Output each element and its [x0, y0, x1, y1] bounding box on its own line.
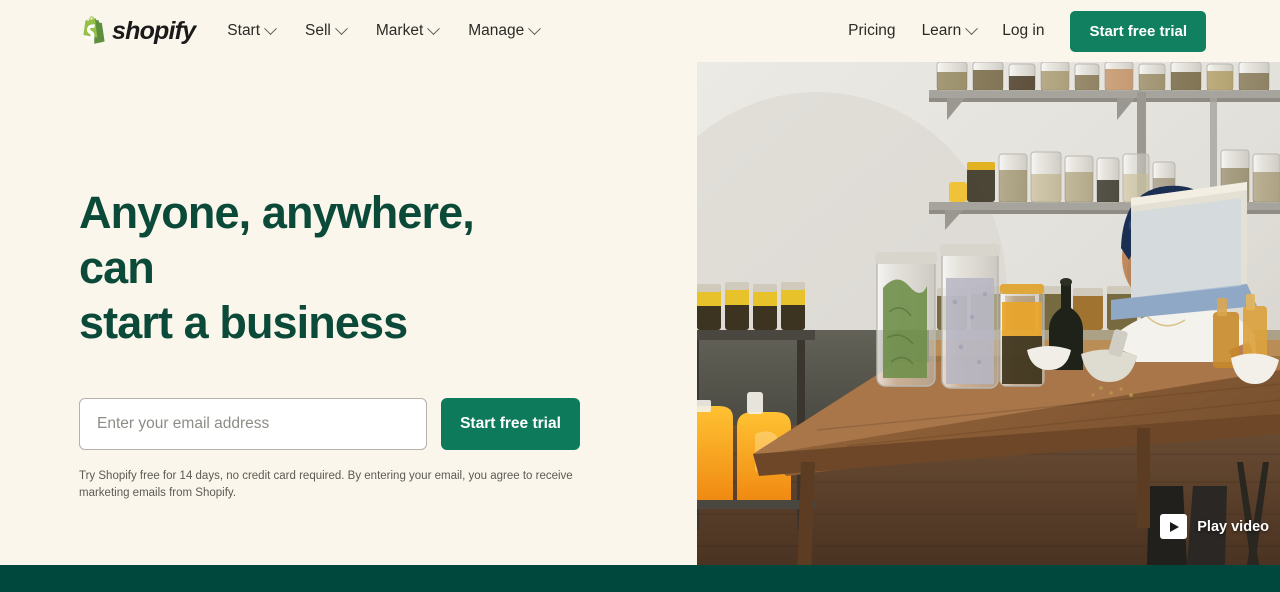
chevron-down-icon	[264, 21, 277, 35]
headline-line-1: Anyone, anywhere, can	[79, 187, 475, 293]
headline-line-2: start a business	[79, 296, 408, 348]
nav-label-login: Log in	[1002, 22, 1045, 40]
nav-label-learn: Learn	[921, 22, 962, 40]
play-video-button[interactable]: Play video	[1160, 514, 1269, 539]
play-video-label: Play video	[1197, 518, 1269, 535]
hero-content: Anyone, anywhere, can start a business S…	[79, 186, 639, 502]
email-input[interactable]	[79, 397, 427, 450]
nav-label-sell: Sell	[305, 22, 331, 40]
nav-item-manage[interactable]: Manage	[468, 21, 542, 40]
shopify-bag-icon	[83, 16, 105, 44]
hero-photo: Play video	[697, 62, 1280, 565]
chevron-down-icon	[335, 21, 348, 35]
secondary-nav: Pricing Learn Log in Start free trial	[848, 10, 1206, 52]
bottom-green-band	[0, 565, 1280, 592]
nav-item-login[interactable]: Log in	[1002, 23, 1044, 39]
chevron-down-icon	[427, 21, 441, 35]
primary-nav: Start Sell Market Manage	[227, 21, 542, 40]
nav-label-market: Market	[375, 22, 424, 40]
hero-headline: Anyone, anywhere, can start a business	[79, 186, 549, 351]
hero-photo-illustration	[697, 62, 1280, 565]
nav-label-manage: Manage	[468, 22, 525, 40]
nav-label-start: Start	[227, 22, 261, 40]
signup-form: Start free trial	[79, 397, 639, 450]
chevron-down-icon	[965, 21, 979, 35]
nav-label-pricing: Pricing	[848, 22, 896, 40]
nav-item-market[interactable]: Market	[375, 21, 441, 40]
chevron-down-icon	[528, 21, 542, 35]
landing-page: shopify Start Sell Market Manage Pricing…	[0, 0, 1280, 592]
header-start-free-trial-button[interactable]: Start free trial	[1070, 10, 1206, 52]
shopify-wordmark: shopify	[112, 16, 196, 45]
hero-start-free-trial-button[interactable]: Start free trial	[441, 397, 580, 450]
nav-item-pricing[interactable]: Pricing	[848, 23, 895, 39]
legal-disclaimer: Try Shopify free for 14 days, no credit …	[79, 469, 573, 499]
nav-item-learn[interactable]: Learn	[921, 21, 979, 40]
site-header: shopify Start Sell Market Manage Pricing…	[0, 0, 1280, 62]
play-triangle-icon	[1160, 514, 1188, 539]
nav-item-start[interactable]: Start	[227, 21, 277, 40]
shopify-logo[interactable]: shopify	[79, 16, 196, 46]
nav-item-sell[interactable]: Sell	[305, 21, 348, 40]
